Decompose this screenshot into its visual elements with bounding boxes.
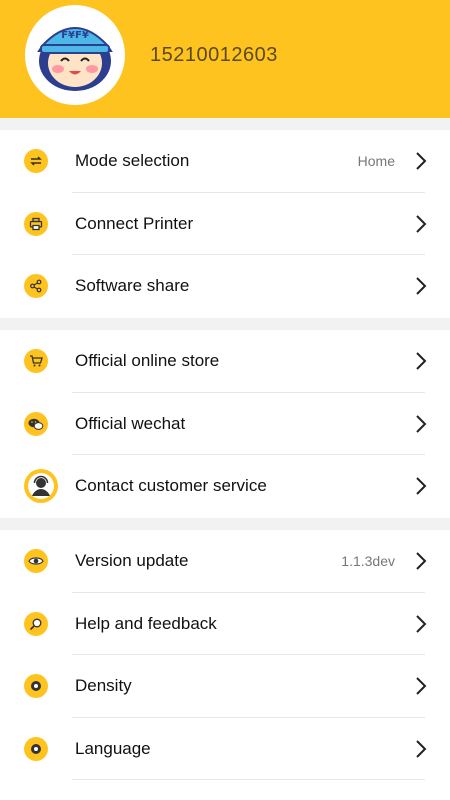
chevron-right-icon (416, 740, 427, 758)
menu-item-label: Contact customer service (75, 476, 267, 496)
swap-arrows-icon (24, 149, 48, 174)
menu-item-label: Official wechat (75, 413, 186, 433)
chevron-right-icon (416, 215, 427, 233)
menu-item-label: Official online store (75, 351, 220, 371)
menu-item-density[interactable]: Density (0, 655, 450, 718)
profile-header: F¥F¥ 15210012603 (0, 0, 450, 118)
chevron-right-icon (416, 415, 427, 433)
customer-service-icon (24, 469, 58, 504)
menu-item-value: 1.1.3dev (341, 553, 395, 570)
menu-item-language[interactable]: Language (0, 718, 450, 780)
menu-item-label: Mode selection (75, 151, 190, 171)
help-search-icon (24, 611, 48, 636)
printer-icon (24, 211, 48, 236)
menu-item-label: Help and feedback (75, 613, 217, 633)
menu-item-official-online-store[interactable]: Official online store (0, 330, 450, 393)
menu-item-contact-customer-service[interactable]: Contact customer service (0, 455, 450, 518)
menu-item-label: Language (75, 738, 151, 758)
chevron-right-icon (416, 477, 427, 495)
menu-item-help-and-feedback[interactable]: Help and feedback (0, 593, 450, 655)
language-gear-icon (24, 736, 48, 761)
menu-item-label: Connect Printer (75, 213, 194, 233)
avatar-illustration-icon: F¥F¥ (37, 27, 113, 91)
chevron-right-icon (416, 352, 427, 370)
settings-group-3: Version update 1.1.3dev Help and feedbac… (0, 530, 450, 800)
menu-item-official-wechat[interactable]: Official wechat (0, 393, 450, 455)
shopping-cart-icon (24, 349, 48, 374)
chevron-right-icon (416, 552, 427, 570)
menu-item-version-update[interactable]: Version update 1.1.3dev (0, 530, 450, 593)
avatar[interactable]: F¥F¥ (25, 5, 125, 105)
chevron-right-icon (416, 277, 427, 295)
phone-number: 15210012603 (150, 44, 278, 66)
menu-item-mode-selection[interactable]: Mode selection Home (0, 130, 450, 193)
chevron-right-icon (416, 615, 427, 633)
chevron-right-icon (416, 677, 427, 695)
wechat-icon (24, 411, 48, 436)
avatar-cap-text: F¥F¥ (61, 30, 89, 41)
menu-item-label: Software share (75, 276, 190, 296)
menu-item-connect-printer[interactable]: Connect Printer (0, 193, 450, 255)
menu-item-value: Home (357, 153, 395, 170)
menu-item-label: Version update (75, 551, 189, 571)
divider (72, 779, 425, 780)
menu-item-software-share[interactable]: Software share (0, 255, 450, 318)
chevron-right-icon (416, 152, 427, 170)
density-gear-icon (24, 674, 48, 699)
settings-group-1: Mode selection Home Connect Printer Soft… (0, 130, 450, 318)
version-eye-icon (24, 549, 48, 574)
settings-group-2: Official online store Official wechat Co… (0, 330, 450, 518)
menu-item-label: Density (75, 676, 132, 696)
share-icon (24, 274, 48, 299)
